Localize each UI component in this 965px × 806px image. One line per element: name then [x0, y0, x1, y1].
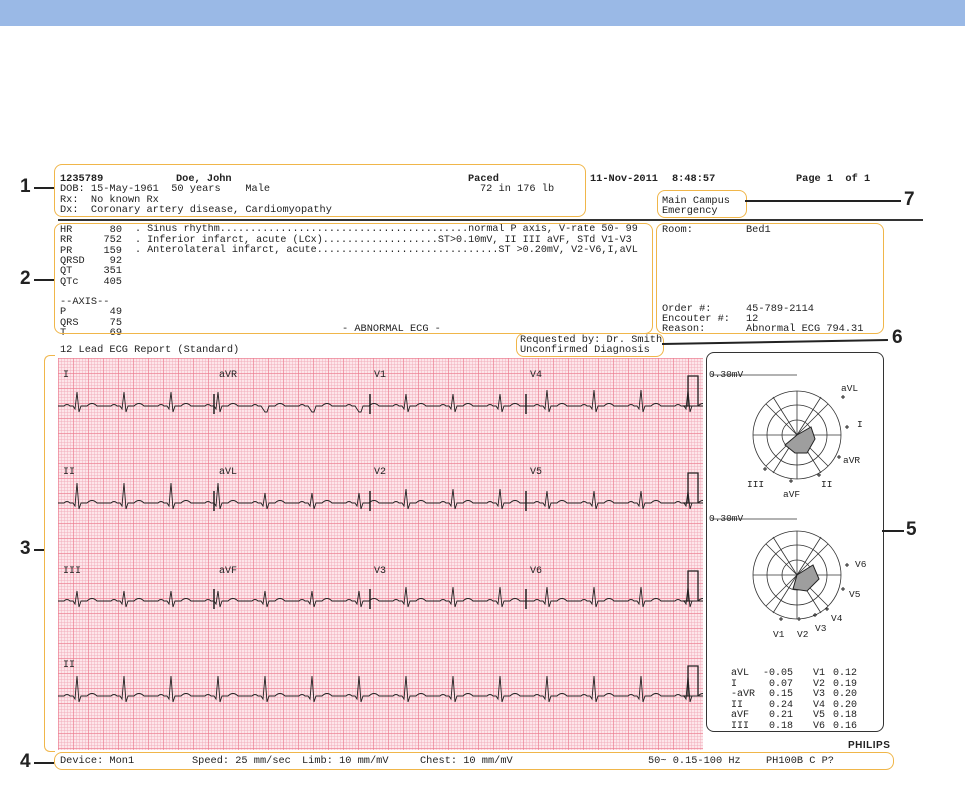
callout-1: 1: [20, 176, 31, 197]
callout-line-4: [34, 762, 54, 764]
lead-label: III: [63, 566, 82, 577]
report-date: 11-Nov-2011: [590, 173, 658, 185]
ecg-traces: [58, 375, 703, 703]
axis-lead-label: aVF: [783, 489, 801, 500]
lead-label: V1: [374, 370, 387, 381]
callout-line-2: [34, 279, 54, 281]
callout-line-5: [882, 530, 904, 532]
ecg-grid: [58, 358, 703, 750]
callout-5: 5: [906, 519, 917, 540]
order-info-highlight: [656, 223, 884, 334]
callout-3: 3: [20, 538, 31, 559]
ecg-trace-row: [58, 675, 703, 703]
lead-label: aVR: [219, 370, 238, 381]
axis-lead-label: V4: [831, 613, 843, 624]
lead-label: aVL: [219, 467, 238, 478]
ecg-trace-row: [58, 586, 703, 608]
top-banner: [0, 0, 965, 26]
ecg-trace-row: [58, 389, 703, 413]
table-row: III 0.18 V6 0.16: [731, 720, 858, 732]
axis-lead-label: I: [857, 419, 863, 430]
lead-label: V6: [530, 566, 543, 577]
philips-logo: PHILIPS: [848, 740, 891, 751]
axis-lead-label: V2: [797, 629, 809, 640]
axis-lead-label: aVL: [841, 383, 859, 394]
ecg-highlight: [44, 355, 55, 752]
requested-highlight: [516, 333, 664, 357]
patient-info-highlight: [54, 164, 586, 217]
header-divider: [58, 219, 923, 221]
ecg-trace-row: [58, 482, 703, 510]
lead-label: V3: [374, 566, 387, 577]
lead-label: V5: [530, 467, 543, 478]
callout-7: 7: [904, 189, 915, 210]
axis-lead-label: V5: [849, 589, 861, 600]
footer-highlight: [54, 752, 894, 770]
axis-lead-label: V3: [815, 623, 827, 634]
axis-lead-label: III: [747, 479, 765, 490]
callout-line-6: [661, 339, 888, 345]
location-highlight: [657, 190, 747, 218]
scale-label: 0.30mV: [709, 369, 744, 380]
calibration-pulse: [683, 375, 699, 407]
lead-label: II: [63, 467, 76, 478]
calibration-pulse: [683, 472, 699, 504]
callout-line-1: [34, 187, 54, 189]
report-title: 12 Lead ECG Report (Standard): [60, 344, 240, 356]
lead-label: V2: [374, 467, 387, 478]
scale-label: 0.30mV: [709, 513, 744, 524]
axis-lead-label: II: [821, 479, 833, 490]
axis-lead-label: aVR: [843, 455, 861, 466]
callout-2: 2: [20, 268, 31, 289]
callout-line-3: [34, 549, 44, 551]
calibration-pulse: [683, 570, 699, 602]
table-row: aVL -0.05 V1 0.12: [731, 668, 858, 679]
measurements-highlight: [54, 223, 653, 334]
axis-lead-label: V1: [773, 629, 785, 640]
callout-line-7: [745, 200, 901, 202]
report-time: 8:48:57: [672, 173, 716, 185]
callout-4: 4: [20, 751, 31, 772]
lead-label: II: [63, 660, 76, 671]
calibration-pulse: [683, 665, 699, 697]
lead-label: aVF: [219, 566, 238, 577]
lead-label: V4: [530, 370, 543, 381]
page-number: Page 1 of 1: [796, 173, 871, 185]
axis-values-table: aVL -0.05 V1 0.12 I 0.07 V2 0.19 -aVR 0.15 V3 0.2…: [727, 668, 861, 733]
axis-panel: 0.30mV aVL I aVR II aVF III 0.30mV V6 V5…: [706, 352, 884, 732]
lead-label: I: [63, 370, 70, 381]
axis-lead-label: V6: [855, 559, 867, 570]
callout-6: 6: [892, 327, 903, 348]
